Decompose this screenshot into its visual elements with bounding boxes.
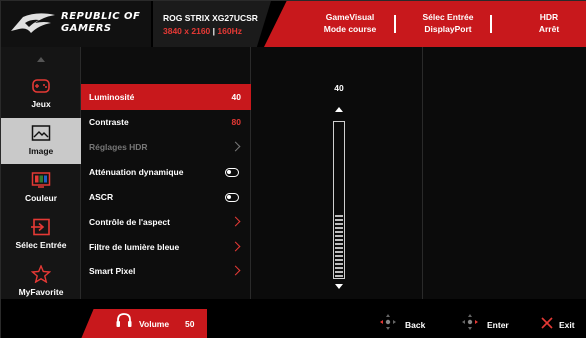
volume-value: 50	[185, 319, 195, 329]
toggle-off-icon[interactable]	[225, 168, 239, 177]
menu-item-controle-aspect[interactable]: Contrôle de l'aspect	[81, 209, 251, 235]
brightness-slider[interactable]	[333, 121, 345, 279]
refresh-rate: 160Hz	[217, 26, 242, 36]
menu-item-contraste[interactable]: Contraste 80	[81, 109, 251, 135]
brand-line2: GAMERS	[61, 23, 112, 34]
image-menu: Luminosité 40 Contraste 80 Réglages HDR …	[81, 47, 251, 299]
input-icon	[31, 218, 50, 236]
sidebar-item-selec-entree[interactable]: Sélec Entrée	[1, 212, 81, 258]
chevron-right-icon	[230, 241, 241, 252]
chevron-right-icon	[230, 141, 241, 152]
status-input: Sélec Entrée DisplayPort	[404, 11, 492, 35]
menu-item-reglages-hdr[interactable]: Réglages HDR	[81, 134, 251, 160]
chevron-right-icon	[230, 265, 241, 276]
dpad-right-icon	[462, 314, 478, 330]
menu-item-ascr[interactable]: ASCR	[81, 184, 251, 210]
sidebar-item-label: Image	[28, 146, 54, 156]
sidebar-item-label: Couleur	[24, 193, 58, 203]
color-icon	[31, 172, 51, 188]
resolution-info: 3840 x 2160 | 160Hz	[163, 26, 242, 36]
menu-item-label: Atténuation dynamique	[89, 167, 184, 177]
slider-value: 40	[334, 83, 344, 93]
headphones-icon	[116, 313, 132, 327]
model-name: ROG STRIX XG27UCSR	[163, 13, 258, 23]
status-divider	[394, 15, 396, 33]
brand-text: REPUBLIC OF GAMERS	[61, 11, 140, 35]
status-input-label: Sélec Entrée	[422, 12, 474, 22]
image-icon	[31, 125, 51, 141]
sidebar-item-label: Sélec Entrée	[15, 240, 67, 250]
volume-label: Volume	[139, 319, 170, 329]
close-icon	[541, 317, 553, 329]
menu-item-label: ASCR	[89, 192, 114, 202]
sidebar-scroll-up-icon[interactable]	[37, 57, 45, 62]
resolution-separator: |	[212, 26, 216, 36]
brand-line1: REPUBLIC OF	[61, 11, 141, 22]
sidebar-item-couleur[interactable]: Couleur	[1, 165, 81, 211]
toggle-off-icon[interactable]	[225, 193, 239, 202]
slider-up-arrow-icon[interactable]	[335, 107, 343, 112]
menu-item-value: 80	[231, 117, 241, 127]
sidebar-item-jeux[interactable]: Jeux	[1, 71, 81, 117]
menu-item-label: Contrôle de l'aspect	[89, 217, 170, 227]
resolution: 3840 x 2160	[163, 26, 211, 36]
menu-item-attenuation-dynamique[interactable]: Atténuation dynamique	[81, 159, 251, 185]
enter-button[interactable]: Enter	[461, 313, 521, 331]
model-info: ROG STRIX XG27UCSR 3840 x 2160 | 160Hz	[153, 1, 271, 47]
status-bar: GameVisual Mode course Sélec Entrée Disp…	[264, 1, 586, 47]
status-divider	[490, 15, 492, 33]
enter-label: Enter	[487, 320, 509, 330]
slider-fill	[335, 214, 343, 277]
sidebar-item-label: Jeux	[31, 99, 51, 109]
status-hdr-value: Arrêt	[538, 24, 560, 34]
sidebar: Jeux Image Couleur Sélec Entrée MyFavori…	[1, 47, 81, 338]
dpad-left-icon	[380, 314, 396, 330]
status-input-value: DisplayPort	[424, 24, 472, 34]
osd-footer: Volume 50 Back Enter Exit	[1, 299, 586, 338]
back-button[interactable]: Back	[379, 313, 439, 331]
menu-item-value: 40	[231, 92, 241, 102]
menu-item-filtre-lumiere-bleue[interactable]: Filtre de lumière bleue	[81, 234, 251, 260]
empty-panel	[423, 47, 586, 299]
status-hdr: HDR Arrêt	[514, 11, 584, 35]
slider-down-arrow-icon[interactable]	[335, 284, 343, 289]
status-gamevisual-value: Mode course	[323, 24, 377, 34]
status-gamevisual: GameVisual Mode course	[306, 11, 394, 35]
status-hdr-label: HDR	[539, 12, 559, 22]
monitor-osd: REPUBLIC OF GAMERS ROG STRIX XG27UCSR 38…	[0, 0, 586, 338]
osd-header: REPUBLIC OF GAMERS ROG STRIX XG27UCSR 38…	[1, 1, 586, 47]
menu-item-label: Luminosité	[89, 92, 135, 102]
sidebar-item-label: MyFavorite	[18, 287, 64, 297]
menu-item-luminosite[interactable]: Luminosité 40	[81, 84, 251, 110]
status-gamevisual-label: GameVisual	[325, 12, 375, 22]
menu-item-smart-pixel[interactable]: Smart Pixel	[81, 258, 251, 284]
chevron-right-icon	[230, 216, 241, 227]
back-label: Back	[405, 320, 426, 330]
sidebar-item-image[interactable]: Image	[1, 118, 81, 164]
rog-eye-icon	[11, 13, 55, 33]
exit-label: Exit	[559, 320, 575, 330]
gamepad-icon	[32, 79, 50, 93]
rog-logo: REPUBLIC OF GAMERS	[1, 1, 151, 47]
menu-item-label: Réglages HDR	[89, 142, 148, 152]
exit-button[interactable]: Exit	[541, 313, 585, 331]
menu-item-label: Filtre de lumière bleue	[89, 242, 180, 252]
menu-item-label: Contraste	[89, 117, 129, 127]
menu-item-label: Smart Pixel	[89, 266, 136, 276]
brightness-slider-panel: 40	[251, 47, 423, 299]
star-icon	[31, 265, 51, 283]
